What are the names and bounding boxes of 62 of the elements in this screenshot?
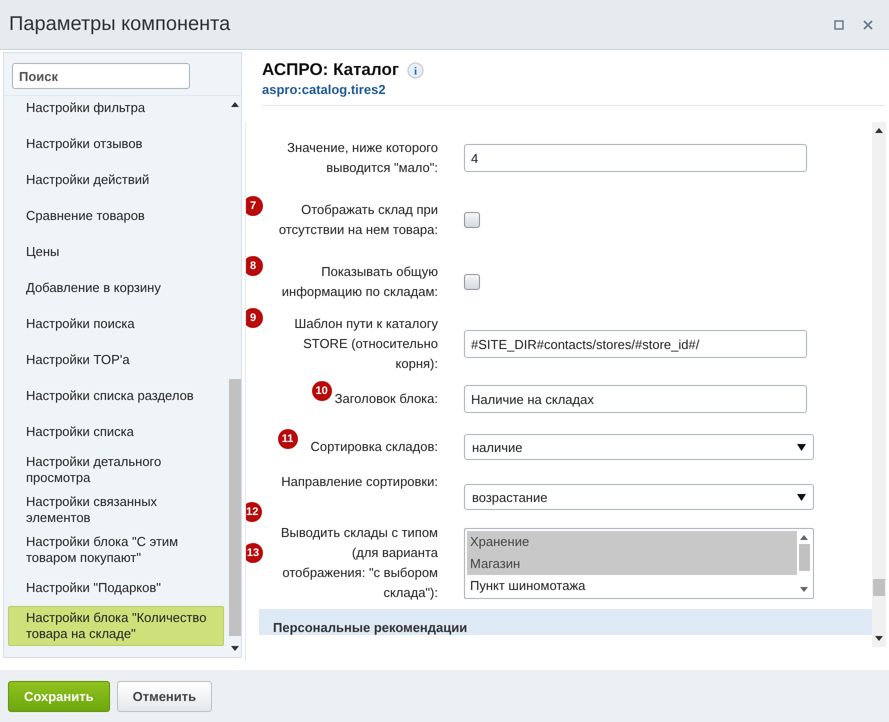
dropdown[interactable]: возрастание bbox=[464, 484, 814, 510]
scroll-down-icon[interactable] bbox=[230, 646, 238, 651]
caret-icon bbox=[797, 494, 806, 500]
window-title: Параметры компонента bbox=[9, 13, 230, 36]
sidebar-item[interactable]: Настройки связанных элементов bbox=[8, 490, 224, 530]
search-field[interactable]: Поиск bbox=[12, 63, 190, 89]
sidebar-item[interactable]: Настройки списка bbox=[8, 414, 224, 450]
step-badge: 12 bbox=[246, 502, 262, 522]
sidebar-item[interactable]: Настройки детального просмотра bbox=[8, 450, 224, 490]
field-label: Заголовок блока: bbox=[334, 390, 438, 408]
sidebar-item[interactable]: Настройки блока "С этим товаром покупают" bbox=[8, 530, 224, 570]
list-option[interactable]: Пункт шиномотажа bbox=[467, 574, 797, 596]
info-icon[interactable]: i bbox=[406, 62, 424, 78]
field-label: Значение, ниже которого выводится "мало": bbox=[286, 139, 438, 177]
step-badge: 10 bbox=[312, 381, 332, 401]
step-badge: 13 bbox=[246, 543, 263, 563]
caret-icon bbox=[797, 444, 806, 450]
step-badge: 7 bbox=[246, 196, 263, 216]
section-header[interactable]: Персональные рекомендации bbox=[259, 609, 872, 635]
field-label: Показывать общую информацию по складам: bbox=[280, 263, 438, 301]
scrollbar[interactable] bbox=[872, 122, 886, 647]
scrollbar-thumb[interactable] bbox=[873, 579, 885, 596]
component-title: АСПРО: Каталог bbox=[262, 60, 399, 80]
field-label: Шаблон пути к каталогу STORE (относительно корня): bbox=[293, 315, 438, 373]
checkbox[interactable] bbox=[464, 212, 480, 228]
checkbox[interactable] bbox=[464, 274, 480, 290]
close-icon[interactable] bbox=[863, 20, 873, 30]
scrollbar-thumb[interactable] bbox=[798, 544, 810, 570]
scroll-down-icon[interactable] bbox=[800, 586, 808, 592]
scroll-up-icon[interactable] bbox=[800, 534, 808, 540]
sidebar-item[interactable]: Настройки фильтра bbox=[8, 96, 224, 126]
scroll-down-icon[interactable] bbox=[875, 636, 883, 641]
step-badge: 8 bbox=[246, 256, 263, 276]
sidebar-item[interactable]: Настройки поиска bbox=[8, 306, 224, 342]
maximize-icon[interactable] bbox=[834, 20, 844, 30]
step-badge: 9 bbox=[246, 308, 263, 328]
text-field[interactable]: #SITE_DIR#contacts/stores/#store_id#/ bbox=[464, 330, 807, 358]
list-option[interactable]: Хранение bbox=[467, 530, 797, 552]
sidebar-item[interactable]: Настройки "Подарков" bbox=[8, 570, 224, 606]
list-option[interactable]: Магазин bbox=[467, 552, 797, 574]
field-label: Сортировка складов: bbox=[310, 438, 438, 456]
field-label: Направление сортировки: bbox=[281, 473, 438, 491]
scrollbar-thumb[interactable] bbox=[228, 379, 240, 636]
sidebar-item[interactable]: Настройки отзывов bbox=[8, 126, 224, 162]
sidebar-item[interactable]: Настройки списка разделов bbox=[8, 378, 224, 414]
field-label: Отображать склад при отсутствии на нем товара: bbox=[278, 201, 438, 239]
sidebar-item[interactable]: Настройки блока "Количество товара на складе" bbox=[8, 606, 224, 646]
sidebar-item[interactable]: Добавление в корзину bbox=[8, 270, 224, 306]
scroll-up-icon[interactable] bbox=[230, 102, 238, 107]
scroll-up-icon[interactable] bbox=[875, 128, 883, 133]
text-field[interactable]: 4 bbox=[464, 144, 807, 172]
text-field[interactable]: Наличие на складах bbox=[464, 385, 807, 413]
sidebar-item[interactable]: Настройки TOP'а bbox=[8, 342, 224, 378]
field-label: Выводить склады с типом (для варианта отображения: "с выбором склада"): bbox=[280, 524, 438, 602]
component-code: aspro:catalog.tires2 bbox=[262, 82, 387, 97]
dropdown[interactable]: наличие bbox=[464, 434, 814, 460]
sidebar-item[interactable]: Настройки действий bbox=[8, 162, 224, 198]
step-badge: 11 bbox=[278, 429, 298, 449]
sidebar-item[interactable]: Цены bbox=[8, 234, 224, 270]
multi-select-list[interactable]: Хранение Магазин Пункт шиномотажа bbox=[464, 528, 814, 598]
sidebar-item[interactable]: Сравнение товаров bbox=[8, 198, 224, 234]
cancel-button[interactable]: Отменить bbox=[116, 680, 212, 712]
